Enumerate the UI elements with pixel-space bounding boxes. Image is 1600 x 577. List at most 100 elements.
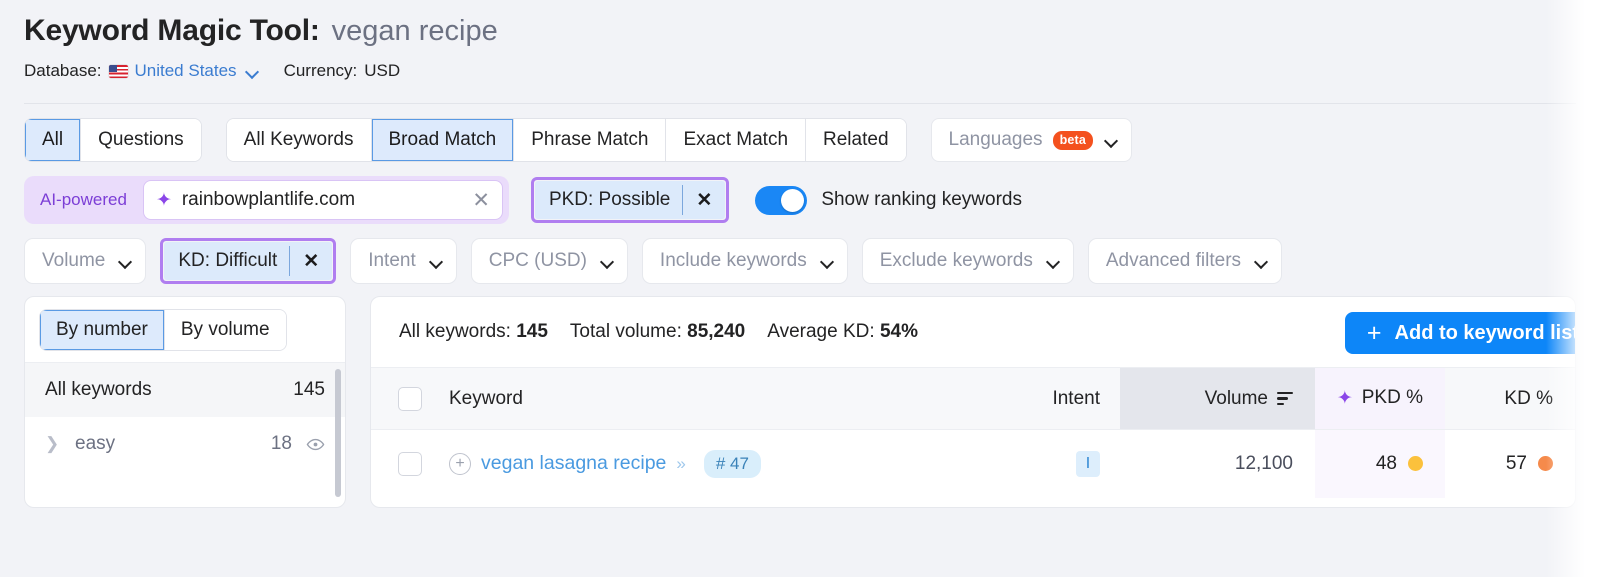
beta-badge: beta (1052, 130, 1094, 150)
tab-by-number[interactable]: By number (40, 310, 165, 350)
sidebar-scrollbar[interactable] (335, 369, 341, 497)
stat-total-volume: Total volume: 85,240 (570, 321, 745, 343)
chevron-down-icon (246, 65, 258, 77)
pkd-chip-highlight: PKD: Possible ✕ (530, 177, 730, 223)
tab-by-volume[interactable]: By volume (164, 310, 286, 350)
exclude-keywords-filter[interactable]: Exclude keywords (861, 238, 1074, 284)
kd-chip-label: KD: Difficult (178, 250, 278, 271)
match-type-tabs: All Keywords Broad Match Phrase Match Ex… (225, 118, 907, 162)
filters-area: All Questions All Keywords Broad Match P… (0, 104, 1600, 284)
domain-input[interactable]: ✦ rainbowplantlife.com ✕ (142, 180, 503, 220)
select-all-checkbox[interactable] (398, 386, 422, 411)
stat-total-volume-label: Total volume: (569, 321, 682, 342)
position-badge: # 47 (703, 449, 761, 478)
chevron-right-icon[interactable]: ❯ (45, 434, 61, 454)
domain-input-value: rainbowplantlife.com (181, 189, 356, 210)
column-header-pkd[interactable]: ✦ PKD % (1315, 367, 1445, 430)
us-flag-icon (108, 64, 128, 78)
group-row-easy[interactable]: ❯ easy 18 (25, 417, 345, 471)
column-header-intent[interactable]: Intent (1010, 368, 1120, 430)
stat-all-keywords-label: All keywords: (399, 321, 511, 342)
kd-filter-chip[interactable]: KD: Difficult ✕ (164, 242, 333, 280)
tab-questions[interactable]: Questions (81, 119, 201, 161)
tab-related[interactable]: Related (806, 119, 906, 161)
content-area: By number By volume All keywords 145 ❯ e… (0, 284, 1600, 508)
exclude-keywords-label: Exclude keywords (879, 250, 1033, 271)
ai-powered-label: AI-powered (40, 190, 127, 209)
stat-all-keywords-value: 145 (516, 321, 548, 342)
column-header-kd[interactable]: KD % (1445, 368, 1575, 430)
group-row-all-keywords[interactable]: All keywords 145 (25, 363, 345, 417)
add-to-keyword-list-label: Add to keyword list (1394, 321, 1576, 344)
clear-domain-icon[interactable]: ✕ (472, 190, 490, 211)
volume-cell: 12,100 (1234, 452, 1293, 474)
keyword-groups-list: All keywords 145 ❯ easy 18 (25, 362, 345, 497)
ranking-keywords-toggle-group: Show ranking keywords (755, 185, 1022, 215)
ai-filter-row: AI-powered ✦ rainbowplantlife.com ✕ PKD:… (24, 176, 1576, 224)
show-ranking-keywords-label: Show ranking keywords (821, 189, 1022, 210)
page-header: Keyword Magic Tool: vegan recipe Databas… (0, 0, 1600, 104)
column-header-volume[interactable]: Volume (1120, 367, 1315, 430)
column-header-keyword[interactable]: Keyword (449, 368, 1010, 430)
row-checkbox[interactable] (398, 451, 422, 476)
sparkle-icon: ✦ (1336, 387, 1353, 409)
filter-dropdowns-row: Volume KD: Difficult ✕ Intent CPC (USD) … (24, 238, 1576, 284)
keyword-cell: + vegan lasagna recipe » # 47 (449, 430, 1010, 498)
volume-filter[interactable]: Volume (24, 238, 147, 284)
remove-pkd-filter-icon[interactable]: ✕ (683, 189, 725, 212)
pkd-value: 48 (1375, 452, 1397, 474)
eye-icon[interactable] (306, 435, 325, 454)
app-root: Keyword Magic Tool: vegan recipe Databas… (0, 0, 1600, 577)
include-keywords-label: Include keywords (659, 250, 807, 271)
keyword-link[interactable]: vegan lasagna recipe (481, 452, 666, 475)
database-selector[interactable]: Database: United States (24, 61, 258, 81)
intent-filter[interactable]: Intent (350, 238, 457, 284)
sparkle-icon: ✦ (155, 189, 172, 211)
languages-dropdown[interactable]: Languages beta (930, 118, 1133, 162)
remove-kd-filter-icon[interactable]: ✕ (290, 250, 332, 273)
summary-stats: All keywords: 145 Total volume: 85,240 A… (399, 321, 918, 343)
table-row[interactable]: + vegan lasagna recipe » # 47 I 12,100 4… (371, 429, 1575, 498)
table-header-row: Keyword Intent Volume ✦ PKD % KD % (371, 367, 1575, 430)
sort-descending-icon (1277, 391, 1293, 406)
cpc-filter[interactable]: CPC (USD) (470, 238, 628, 284)
group-name: easy (75, 433, 116, 454)
stat-all-keywords: All keywords: 145 (399, 321, 548, 343)
column-header-pkd-label: PKD % (1361, 387, 1423, 409)
group-count: 18 (270, 433, 292, 454)
kd-chip-highlight: KD: Difficult ✕ (160, 238, 337, 284)
chevron-down-icon (1255, 255, 1267, 267)
add-keyword-icon[interactable]: + (449, 452, 471, 475)
stat-average-kd-label: Average KD: (767, 321, 875, 342)
toggle-knob (781, 188, 805, 212)
intent-badge[interactable]: I (1076, 450, 1100, 477)
add-to-keyword-list-button[interactable]: + Add to keyword list (1344, 312, 1576, 354)
chevron-down-icon (1047, 255, 1059, 267)
volume-filter-label: Volume (42, 250, 106, 271)
stat-average-kd: Average KD: 54% (767, 321, 918, 343)
show-ranking-keywords-toggle[interactable] (755, 185, 808, 215)
advanced-filters[interactable]: Advanced filters (1087, 238, 1283, 284)
tab-phrase-match[interactable]: Phrase Match (514, 119, 667, 161)
select-all-header (371, 368, 449, 430)
chevron-down-icon (430, 255, 442, 267)
keywords-table-body: + vegan lasagna recipe » # 47 I 12,100 4… (371, 429, 1575, 498)
tab-broad-match[interactable]: Broad Match (371, 119, 515, 161)
kd-difficulty-dot (1538, 456, 1553, 472)
pkd-difficulty-dot (1408, 456, 1423, 472)
pkd-filter-chip[interactable]: PKD: Possible ✕ (534, 181, 726, 219)
keywords-table: Keyword Intent Volume ✦ PKD % KD % + veg… (371, 367, 1575, 498)
group-name: All keywords (45, 379, 152, 400)
keywords-table-head: Keyword Intent Volume ✦ PKD % KD % (371, 367, 1575, 430)
kd-cell: 57 (1445, 430, 1575, 498)
pkd-cell: 48 (1315, 429, 1445, 498)
tab-all[interactable]: All (25, 119, 82, 161)
keyword-groups-panel: By number By volume All keywords 145 ❯ e… (24, 296, 346, 508)
page-title: Keyword Magic Tool: vegan recipe (24, 14, 1576, 48)
include-keywords-filter[interactable]: Include keywords (641, 238, 848, 284)
tab-exact-match[interactable]: Exact Match (666, 119, 807, 161)
filter-tabs-row: All Questions All Keywords Broad Match P… (24, 118, 1576, 162)
double-chevron-right-icon[interactable]: » (676, 454, 686, 474)
database-label: Database: (24, 61, 102, 80)
tab-all-keywords[interactable]: All Keywords (226, 119, 372, 161)
